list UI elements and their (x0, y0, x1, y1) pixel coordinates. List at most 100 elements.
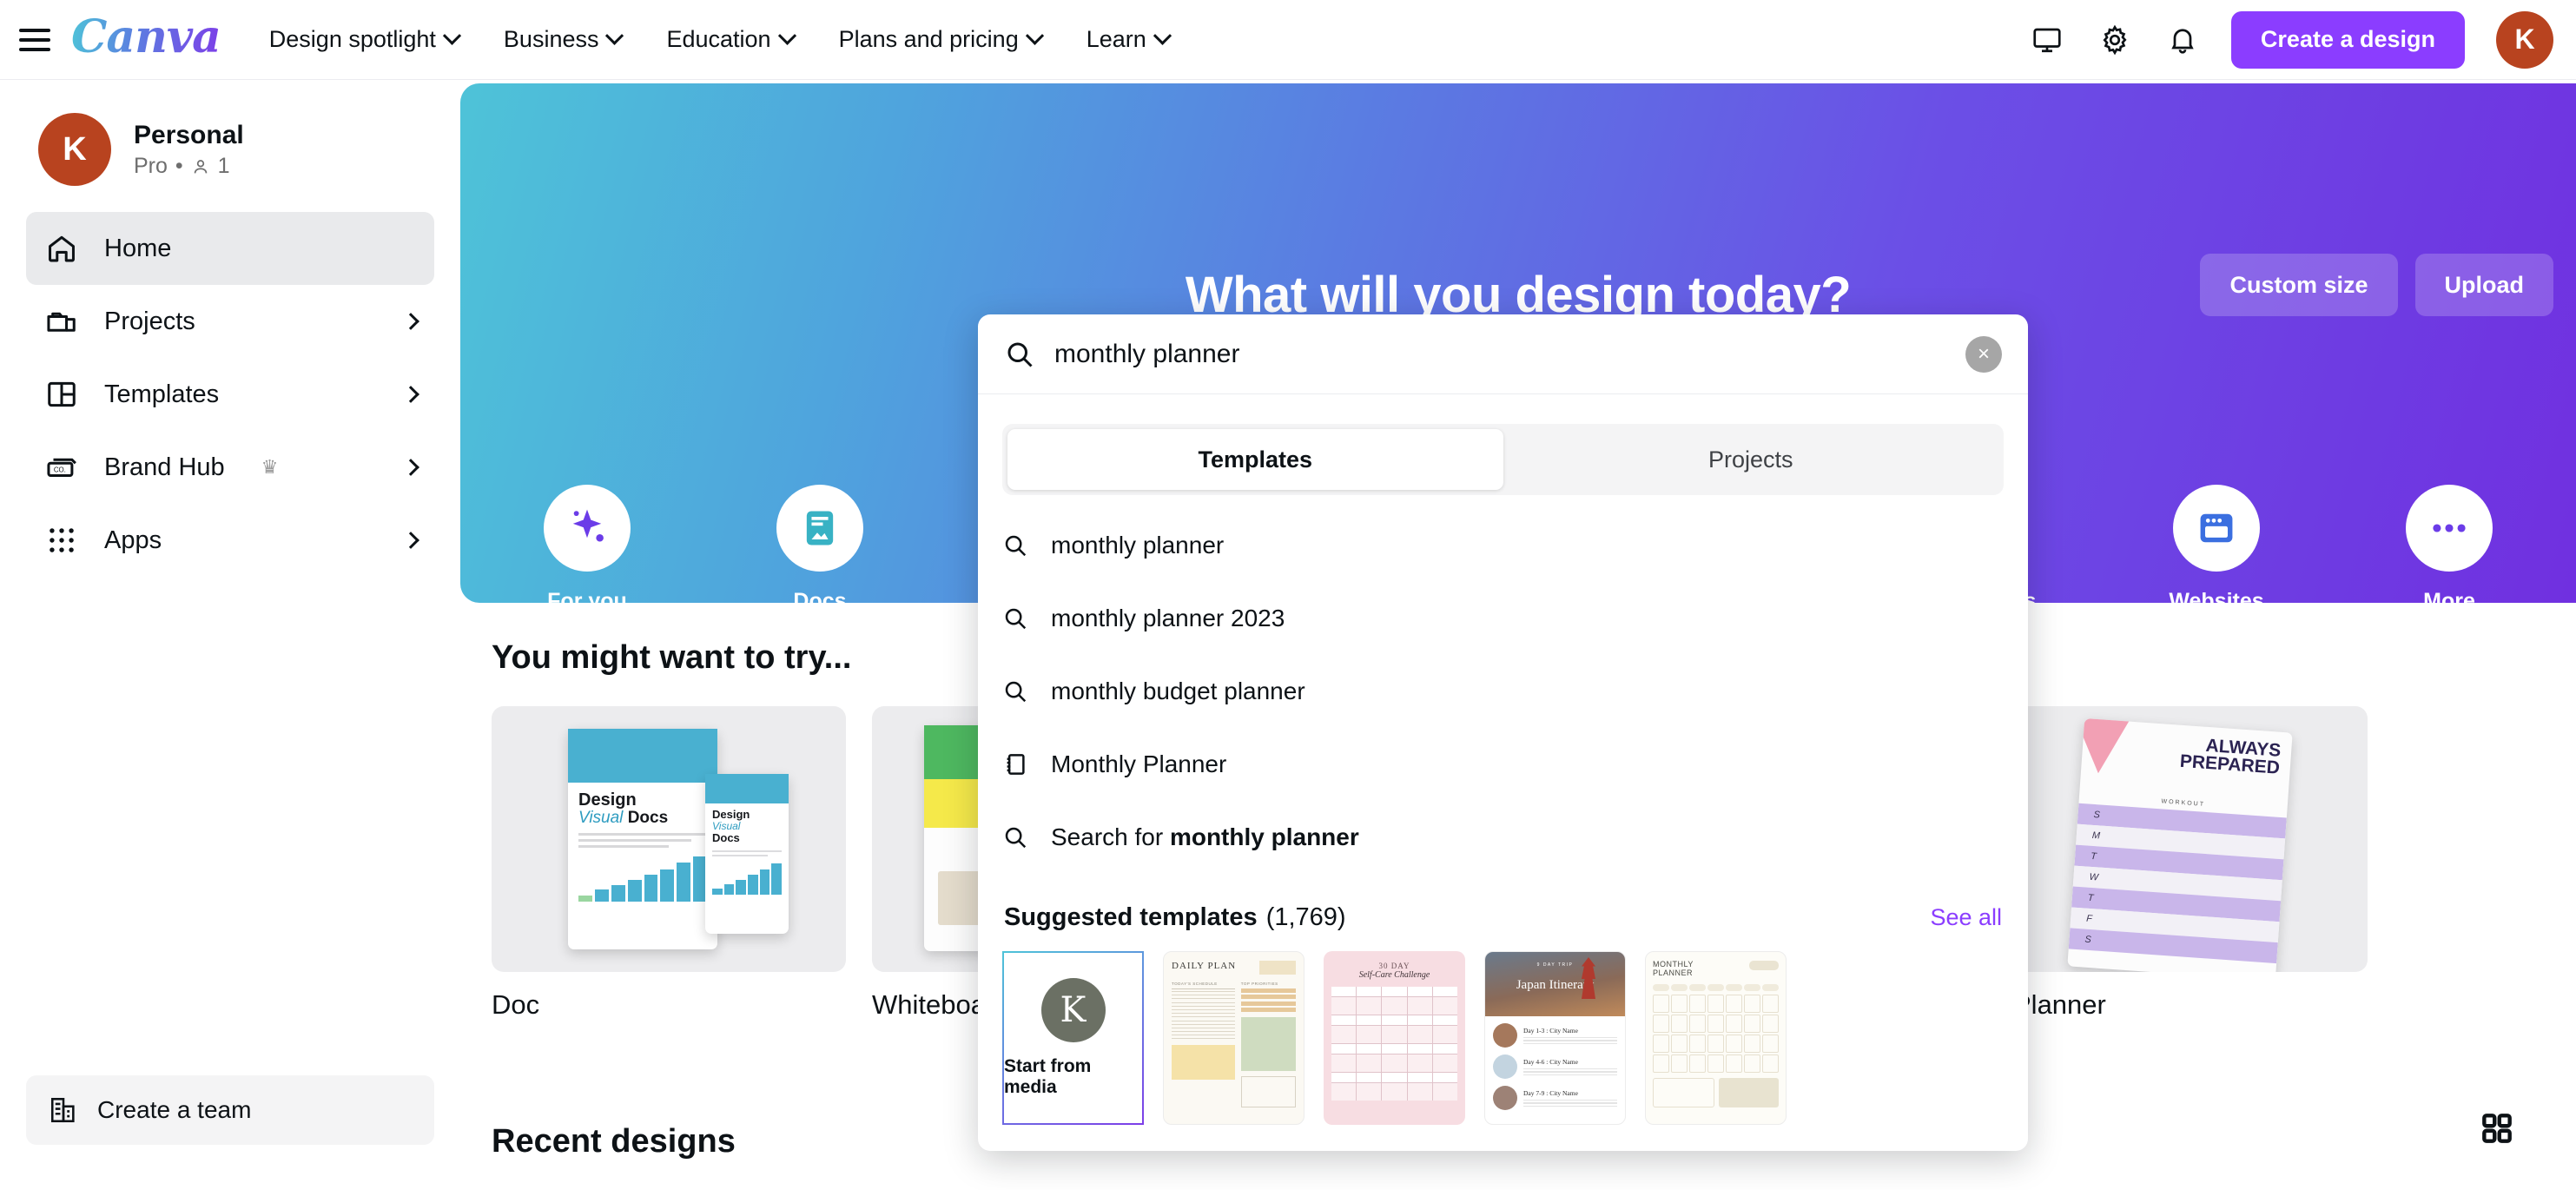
suggestion-monthly-planner-category[interactable]: Monthly Planner (978, 728, 2028, 801)
suggestion-label: monthly planner 2023 (1051, 605, 1285, 631)
crown-icon: ♛ (261, 456, 279, 478)
account-switcher[interactable]: K Personal Pro • 1 (26, 104, 434, 212)
design-card-label: Planner (2013, 989, 2106, 1020)
template-thumbnail-monthly-planner[interactable]: MONTHLY PLANNER (1645, 951, 1787, 1125)
suggestion-label: Monthly Planner (1051, 750, 1227, 777)
hero-actions: Custom size Upload (2200, 254, 2553, 316)
sidebar-item-label: Brand Hub (104, 453, 225, 481)
tab-projects[interactable]: Projects (1503, 429, 1999, 490)
brand-hub-icon: CO. (43, 449, 80, 486)
design-card-doc[interactable]: Design Visual Docs Design Visual Docs Do… (492, 706, 846, 1021)
svg-text:CO.: CO. (54, 466, 66, 474)
search-scope-tabs: Templates Projects (1002, 424, 2004, 495)
websites-icon (2173, 485, 2260, 572)
nav-item-business[interactable]: Business (504, 26, 624, 53)
templates-icon (43, 376, 80, 413)
suggestion-search-for-query[interactable]: Search for monthly planner (978, 801, 2028, 874)
account-name: Personal (134, 121, 244, 149)
search-icon (1007, 342, 1033, 367)
bell-icon[interactable] (2155, 12, 2210, 68)
category-websites[interactable]: Websites (2151, 485, 2282, 603)
suggested-templates-count: (1,769) (1265, 903, 1346, 931)
upload-button[interactable]: Upload (2414, 254, 2553, 316)
gear-icon[interactable] (2087, 12, 2143, 68)
category-for-you[interactable]: For you (522, 485, 652, 603)
sidebar-item-apps[interactable]: Apps (26, 504, 434, 577)
category-docs[interactable]: Docs (755, 485, 885, 603)
nav-item-plans-and-pricing[interactable]: Plans and pricing (838, 26, 1044, 53)
template-thumbnail-daily-plan[interactable]: DAILY PLAN TODAY'S SCHEDULE TOP PRIORITI… (1163, 951, 1305, 1125)
nav-item-design-spotlight[interactable]: Design spotlight (268, 26, 462, 53)
top-nav-actions: Create a design K (2019, 10, 2576, 69)
design-card-thumbnail: ALWAYS PREPARED WORKOUT SMTWTFS (2013, 706, 2368, 972)
recent-designs-title: Recent designs (492, 1123, 736, 1160)
clear-search-button[interactable]: × (1965, 335, 2002, 373)
sidebar: K Personal Pro • 1 Home Projects Templat… (0, 80, 460, 1190)
sidebar-item-label: Apps (104, 526, 162, 554)
design-card-planner[interactable]: ALWAYS PREPARED WORKOUT SMTWTFS Planner (2013, 706, 2368, 1021)
suggested-templates-row: K Start from media DAILY PLAN TODAY'S SC… (978, 951, 2028, 1151)
docs-icon (776, 485, 863, 572)
nav-label: Learn (1086, 26, 1146, 52)
nav-item-education[interactable]: Education (666, 26, 796, 53)
nav-label: Education (666, 26, 771, 52)
suggestion-monthly-planner-2023[interactable]: monthly planner 2023 (978, 582, 2028, 655)
template-thumbnail-japan-itinerary[interactable]: 9 DAY TRIP Japan Itinerary Day 1-3 : Cit… (1484, 951, 1626, 1125)
sparkle-icon (544, 485, 631, 572)
category-label: More (2423, 589, 2475, 603)
create-a-team-button[interactable]: Create a team (26, 1075, 434, 1145)
chevron-right-icon (402, 386, 419, 403)
nav-item-learn[interactable]: Learn (1086, 26, 1172, 53)
search-dropdown-panel: × Templates Projects monthly planner mon… (978, 314, 2028, 1151)
apps-grid-icon (43, 522, 80, 559)
monitor-icon[interactable] (2019, 12, 2075, 68)
account-separator: • (175, 154, 183, 178)
category-more[interactable]: More (2384, 485, 2514, 603)
hamburger-menu-icon[interactable] (19, 28, 50, 52)
canva-home-page: Canva Design spotlight Business Educatio… (0, 0, 2576, 1190)
building-icon (50, 1097, 75, 1123)
account-plan-row: Pro • 1 (134, 154, 244, 179)
chevron-down-icon (1025, 26, 1044, 45)
start-from-media-card[interactable]: K Start from media (1002, 951, 1144, 1125)
member-count: 1 (217, 154, 230, 178)
sidebar-item-projects[interactable]: Projects (26, 285, 434, 358)
search-input[interactable] (1054, 339, 1965, 369)
tab-templates[interactable]: Templates (1007, 429, 1503, 490)
category-label: Websites (2169, 589, 2264, 603)
chevron-down-icon (1153, 26, 1172, 45)
see-all-link[interactable]: See all (1930, 904, 2002, 931)
suggestion-monthly-planner[interactable]: monthly planner (978, 509, 2028, 582)
person-icon (194, 159, 207, 173)
suggested-templates-header: Suggested templates (1,769) See all (978, 874, 2028, 951)
top-navigation-bar: Canva Design spotlight Business Educatio… (0, 0, 2576, 80)
media-avatar: K (1040, 978, 1106, 1042)
chevron-right-icon (402, 459, 419, 476)
account-plan: Pro (134, 154, 168, 178)
chevron-down-icon (442, 26, 462, 45)
sidebar-item-brand-hub[interactable]: CO. Brand Hub ♛ (26, 431, 434, 504)
create-a-team-label: Create a team (97, 1096, 252, 1123)
search-icon (1005, 827, 1027, 849)
sidebar-item-templates[interactable]: Templates (26, 358, 434, 431)
suggestion-monthly-budget-planner[interactable]: monthly budget planner (978, 655, 2028, 728)
nav-label: Plans and pricing (838, 26, 1019, 52)
chevron-down-icon (605, 26, 624, 45)
avatar[interactable]: K (2496, 10, 2553, 69)
search-icon (1005, 535, 1027, 557)
suggestion-label: Search for monthly planner (1051, 823, 1359, 850)
search-icon (1005, 608, 1027, 630)
sidebar-item-home[interactable]: Home (26, 212, 434, 285)
template-thumbnail-self-care[interactable]: 30 DAY Self-Care Challenge (1324, 951, 1465, 1125)
start-from-media-label: Start from media (1004, 1056, 1092, 1097)
canva-logo[interactable]: Canva (71, 14, 221, 65)
grid-view-icon[interactable] (2467, 1098, 2527, 1159)
account-avatar: K (38, 113, 111, 186)
chevron-right-icon (402, 313, 419, 330)
custom-size-button[interactable]: Custom size (2200, 254, 2398, 316)
create-a-design-button[interactable]: Create a design (2230, 10, 2465, 69)
sidebar-item-label: Templates (104, 380, 220, 408)
nav-label: Design spotlight (268, 26, 436, 52)
more-dots-icon (2406, 485, 2493, 572)
suggestion-label: monthly budget planner (1051, 678, 1305, 704)
